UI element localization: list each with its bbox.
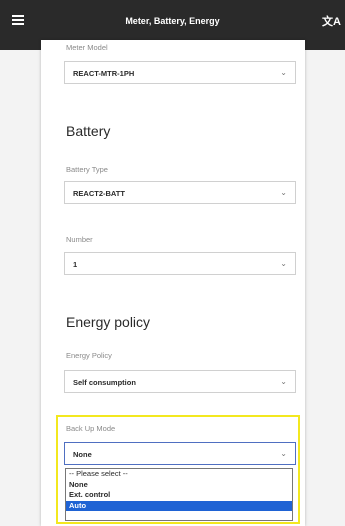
chevron-down-icon: ⌄	[280, 449, 287, 458]
energy-policy-section-title: Energy policy	[66, 314, 151, 330]
battery-number-label: Number	[66, 235, 93, 244]
chevron-down-icon: ⌄	[280, 377, 287, 386]
backup-mode-dropdown: -- Please select -- None Ext. control Au…	[65, 468, 293, 521]
chevron-down-icon: ⌄	[280, 188, 287, 197]
dropdown-option[interactable]: None	[66, 480, 292, 491]
dropdown-option-highlighted[interactable]: Auto	[66, 500, 292, 511]
translate-icon[interactable]: 文A	[322, 13, 341, 29]
battery-number-select[interactable]: 1 ⌄	[64, 252, 296, 275]
left-background-panel	[0, 50, 41, 526]
chevron-down-icon: ⌄	[280, 259, 287, 268]
battery-section-title: Battery	[66, 123, 111, 139]
meter-model-select[interactable]: REACT-MTR-1PH ⌄	[64, 61, 296, 84]
page-title: Meter, Battery, Energy	[125, 16, 220, 26]
energy-policy-select[interactable]: Self consumption ⌄	[64, 370, 296, 393]
meter-model-label: Meter Model	[66, 43, 108, 52]
right-background-panel	[305, 50, 345, 526]
battery-type-value: REACT2-BATT	[73, 189, 125, 198]
backup-mode-value: None	[73, 450, 92, 459]
chevron-down-icon: ⌄	[280, 68, 287, 77]
battery-number-value: 1	[73, 260, 78, 269]
energy-policy-label: Energy Policy	[66, 351, 112, 360]
backup-mode-label: Back Up Mode	[66, 424, 116, 433]
battery-type-label: Battery Type	[66, 165, 108, 174]
backup-mode-select[interactable]: None ⌄	[64, 442, 296, 465]
dropdown-option[interactable]: Ext. control	[66, 490, 292, 501]
energy-policy-value: Self consumption	[73, 378, 136, 387]
battery-type-select[interactable]: REACT2-BATT ⌄	[64, 181, 296, 204]
dropdown-option[interactable]: -- Please select --	[66, 469, 292, 480]
meter-model-value: REACT-MTR-1PH	[73, 69, 135, 78]
